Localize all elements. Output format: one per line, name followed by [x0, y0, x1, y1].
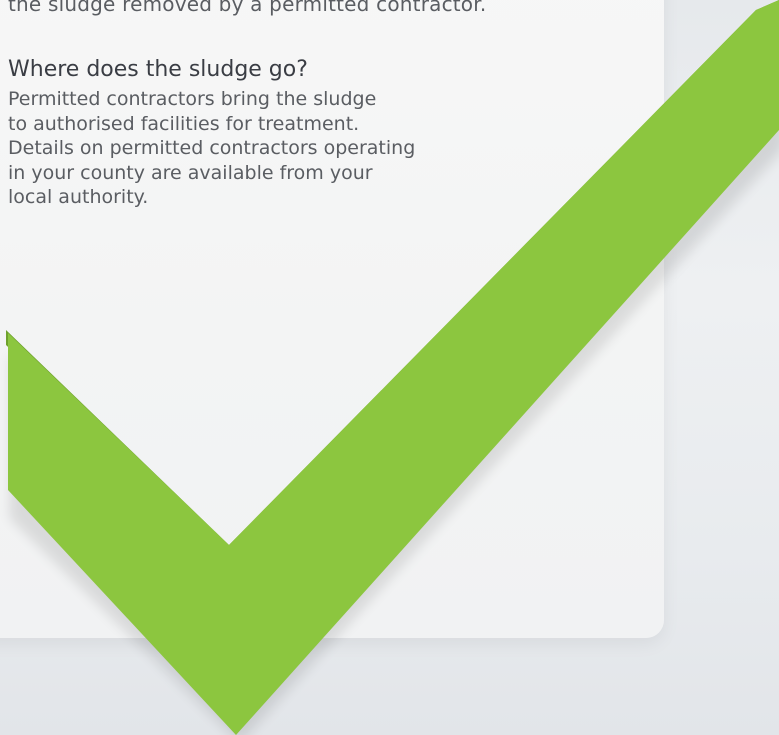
checkmark-icon: [6, 0, 779, 735]
